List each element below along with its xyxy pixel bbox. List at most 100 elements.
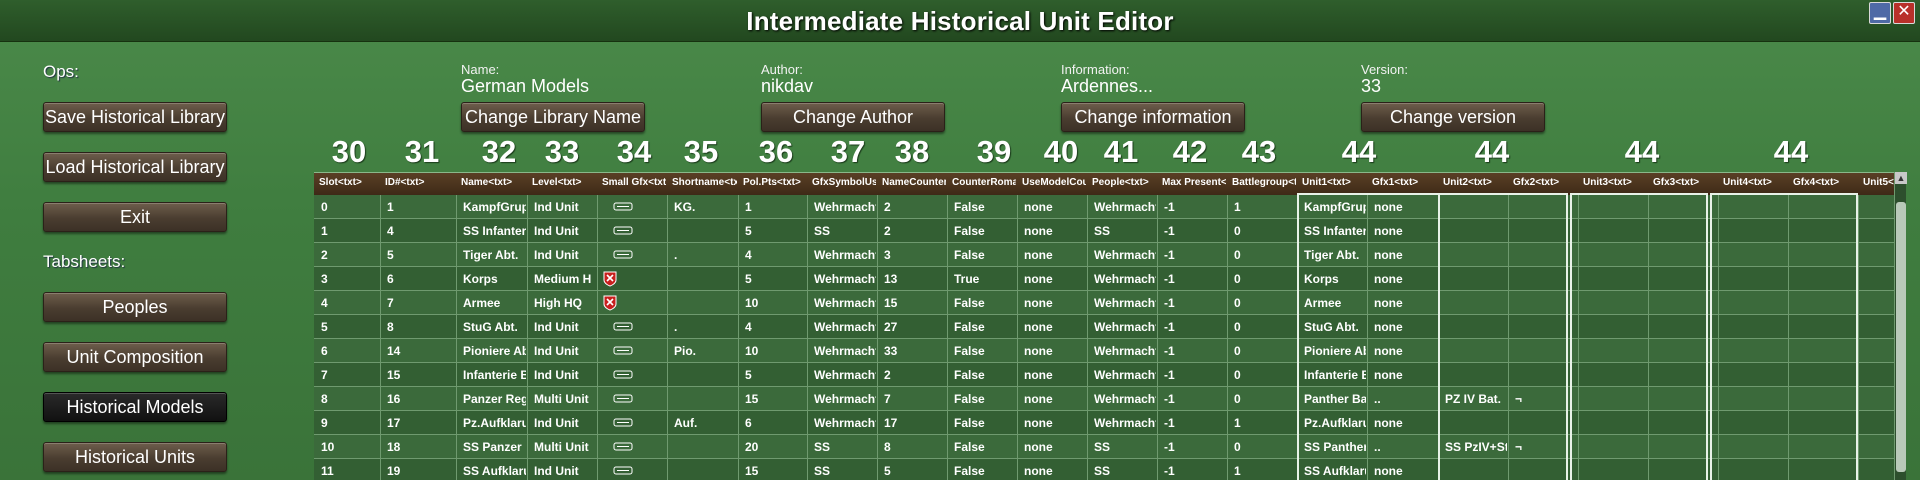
table-cell-bg[interactable]: 0 — [1234, 296, 1296, 312]
table-cell-short[interactable]: . — [674, 248, 737, 264]
table-cell-bg[interactable]: 0 — [1234, 272, 1296, 288]
table-cell-gfx1[interactable]: none — [1374, 272, 1437, 288]
table-cell-slot[interactable]: 6 — [321, 344, 379, 360]
table-cell-counter[interactable]: 13 — [884, 272, 946, 288]
table-cell-unit2[interactable] — [1445, 320, 1507, 336]
table-cell-pol[interactable]: 15 — [745, 464, 806, 480]
table-cell-unit2[interactable] — [1445, 224, 1507, 240]
table-cell-people[interactable]: Wehrmacht — [1094, 248, 1156, 264]
table-cell-level[interactable]: Ind Unit — [534, 320, 596, 336]
table-cell-bg[interactable]: 0 — [1234, 224, 1296, 240]
table-cell-slot[interactable]: 11 — [321, 464, 379, 480]
table-cell-id[interactable]: 1 — [387, 200, 455, 216]
table-cell-bg[interactable]: 0 — [1234, 440, 1296, 456]
table-cell-name[interactable]: Korps — [463, 272, 526, 288]
table-cell-name[interactable]: Pz.Aufklaru — [463, 416, 526, 432]
column-header[interactable]: Battlegroup<txt — [1232, 177, 1296, 188]
table-cell-roman[interactable]: True — [954, 272, 1016, 288]
table-cell-slot[interactable]: 4 — [321, 296, 379, 312]
table-cell-slot[interactable]: 9 — [321, 416, 379, 432]
table-cell-bg[interactable]: 1 — [1234, 464, 1296, 480]
table-cell-roman[interactable]: False — [954, 296, 1016, 312]
table-cell-id[interactable]: 6 — [387, 272, 455, 288]
table-cell-counter[interactable]: 2 — [884, 224, 946, 240]
table-cell-maxp[interactable]: -1 — [1164, 416, 1226, 432]
table-cell-name[interactable]: SS Aufklaru — [463, 464, 526, 480]
column-header[interactable]: People<txt> — [1092, 177, 1156, 188]
table-cell-gfx1[interactable]: none — [1374, 464, 1437, 480]
table-cell-gfx2[interactable] — [1515, 272, 1577, 288]
table-row[interactable]: 5 8 StuG Abt. Ind Unit. 4 Wehrmacht 27 False non… — [314, 315, 1906, 339]
table-cell-people[interactable]: Wehrmacht — [1094, 416, 1156, 432]
table-cell-unit1[interactable]: Armee — [1304, 296, 1366, 312]
table-cell-usemodel[interactable]: none — [1024, 272, 1086, 288]
table-cell-bg[interactable]: 1 — [1234, 416, 1296, 432]
table-cell-gfx2[interactable] — [1515, 416, 1577, 432]
table-cell-maxp[interactable]: -1 — [1164, 464, 1226, 480]
table-cell-counter[interactable]: 8 — [884, 440, 946, 456]
table-cell-gfx1[interactable]: none — [1374, 200, 1437, 216]
table-row[interactable]: 2 5 Tiger Abt. Ind Unit. 4 Wehrmacht 3 False non… — [314, 243, 1906, 267]
table-cell-slot[interactable]: 3 — [321, 272, 379, 288]
change-library-name-button[interactable]: Change Library Name — [461, 102, 645, 132]
table-cell-gfx1[interactable]: none — [1374, 224, 1437, 240]
table-cell-symbol[interactable]: Wehrmacht — [814, 248, 876, 264]
table-cell-gfx1[interactable]: none — [1374, 368, 1437, 384]
table-cell-counter[interactable]: 27 — [884, 320, 946, 336]
change-author-button[interactable]: Change Author — [761, 102, 945, 132]
table-cell-roman[interactable]: False — [954, 368, 1016, 384]
table-cell-people[interactable]: Wehrmacht — [1094, 200, 1156, 216]
table-cell-gfx1[interactable]: none — [1374, 416, 1437, 432]
table-cell-level[interactable]: High HQ — [534, 296, 596, 312]
table-cell-counter[interactable]: 15 — [884, 296, 946, 312]
table-cell-slot[interactable]: 8 — [321, 392, 379, 408]
table-row[interactable]: 10 18 SS Panzer Multi Unit 20 SS 8 False none SS -… — [314, 435, 1906, 459]
table-cell-symbol[interactable]: SS — [814, 464, 876, 480]
column-header[interactable]: Pol.Pts<txt> — [743, 177, 806, 188]
tab-peoples[interactable]: Peoples — [43, 292, 227, 322]
table-cell-people[interactable]: SS — [1094, 224, 1156, 240]
table-cell-roman[interactable]: False — [954, 344, 1016, 360]
table-cell-counter[interactable]: 33 — [884, 344, 946, 360]
table-cell-name[interactable]: KampfGrup — [463, 200, 526, 216]
table-cell-name[interactable]: Infanterie B — [463, 368, 526, 384]
table-cell-short[interactable]: . — [674, 320, 737, 336]
table-cell-counter[interactable]: 7 — [884, 392, 946, 408]
table-row[interactable]: 8 16 Panzer Reg Multi Unit 15 Wehrmacht 7 False… — [314, 387, 1906, 411]
column-header[interactable]: GfxSymbolUse — [812, 177, 876, 188]
table-cell-gfx1[interactable]: none — [1374, 320, 1437, 336]
table-cell-short[interactable] — [674, 464, 737, 480]
table-cell-symbol[interactable]: Wehrmacht — [814, 272, 876, 288]
table-cell-name[interactable]: Armee — [463, 296, 526, 312]
table-cell-usemodel[interactable]: none — [1024, 200, 1086, 216]
table-cell-counter[interactable]: 17 — [884, 416, 946, 432]
table-cell-roman[interactable]: False — [954, 248, 1016, 264]
table-cell-maxp[interactable]: -1 — [1164, 272, 1226, 288]
table-cell-level[interactable]: Multi Unit — [534, 392, 596, 408]
table-cell-symbol[interactable]: Wehrmacht — [814, 392, 876, 408]
table-cell-people[interactable]: SS — [1094, 464, 1156, 480]
table-row[interactable]: 3 6 Korps Medium H 5 Wehrmacht 13 True none Wehrm… — [314, 267, 1906, 291]
vertical-scrollbar[interactable]: ▲ — [1894, 172, 1907, 480]
table-cell-symbol[interactable]: SS — [814, 224, 876, 240]
table-cell-usemodel[interactable]: none — [1024, 392, 1086, 408]
table-cell-maxp[interactable]: -1 — [1164, 440, 1226, 456]
table-cell-roman[interactable]: False — [954, 416, 1016, 432]
column-header[interactable]: Unit3<txt> — [1583, 177, 1647, 188]
table-cell-gfx1[interactable]: .. — [1374, 392, 1437, 408]
table-cell-unit1[interactable]: StuG Abt. — [1304, 320, 1366, 336]
table-cell-name[interactable]: Pioniere Ab — [463, 344, 526, 360]
table-cell-maxp[interactable]: -1 — [1164, 392, 1226, 408]
table-cell-pol[interactable]: 20 — [745, 440, 806, 456]
table-cell-unit1[interactable]: Infanterie B — [1304, 368, 1366, 384]
column-header[interactable]: Name<txt> — [461, 177, 526, 188]
save-library-button[interactable]: Save Historical Library — [43, 102, 227, 132]
table-cell-roman[interactable]: False — [954, 200, 1016, 216]
table-cell-level[interactable]: Medium H — [534, 272, 596, 288]
table-cell-name[interactable]: SS Panzer — [463, 440, 526, 456]
table-cell-name[interactable]: Panzer Reg — [463, 392, 526, 408]
table-row[interactable]: 11 19 SS Aufklaru Ind Unit 15 SS 5 False none SS -… — [314, 459, 1906, 480]
table-cell-pol[interactable]: 5 — [745, 224, 806, 240]
table-cell-symbol[interactable]: Wehrmacht — [814, 368, 876, 384]
table-cell-pol[interactable]: 6 — [745, 416, 806, 432]
